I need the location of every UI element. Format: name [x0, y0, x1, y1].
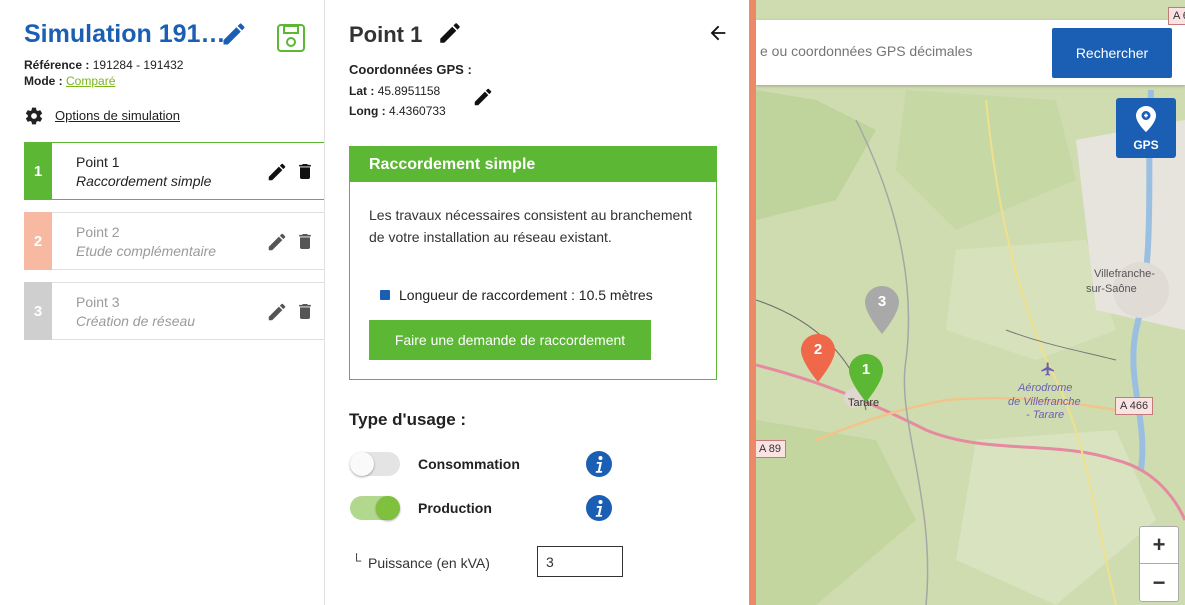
mode-label: Mode : — [24, 74, 63, 88]
mode-line: Mode : Comparé — [24, 74, 115, 88]
map-poi-label: - Tarare — [1026, 409, 1065, 421]
reference-line: Référence : 191284 - 191432 — [24, 58, 183, 72]
latitude-line: Lat : 45.8951158 — [349, 84, 440, 98]
search-button[interactable]: Rechercher — [1052, 28, 1172, 78]
trash-icon[interactable] — [295, 230, 315, 253]
raccordement-card: Raccordement simple Les travaux nécessai… — [349, 146, 717, 380]
map-marker-3[interactable]: 3 — [864, 285, 900, 335]
map-marker-1[interactable]: 1 — [848, 353, 884, 403]
simulation-header: Simulation 191… — [24, 20, 324, 54]
reference-value: 191284 - 191432 — [92, 58, 184, 72]
marker-label: 3 — [877, 293, 887, 310]
marker-label: 2 — [813, 341, 823, 358]
point-title: Point 1 — [349, 22, 423, 47]
toggle-knob — [376, 496, 400, 520]
power-input[interactable] — [537, 546, 623, 577]
reference-label: Référence : — [24, 58, 90, 72]
trash-icon[interactable] — [295, 300, 315, 323]
edit-point-icon[interactable] — [266, 231, 288, 253]
point-type: Création de réseau — [76, 313, 196, 329]
map-place-label: sur-Saône — [1086, 283, 1137, 295]
map-view[interactable]: Rechercher GPS Villefranche- sur-Saône T… — [756, 0, 1185, 605]
point-card-1[interactable]: 1 Point 1 Raccordement simple — [24, 142, 324, 200]
info-icon[interactable] — [585, 450, 613, 478]
point-name: Point 2 — [76, 224, 120, 240]
zoom-out-button[interactable]: − — [1139, 564, 1179, 602]
road-badge: A 466 — [1115, 397, 1154, 415]
latitude-value: 45.8951158 — [377, 84, 441, 98]
point-card-3[interactable]: 3 Point 3 Création de réseau — [24, 282, 324, 340]
edit-point-icon[interactable] — [266, 301, 288, 323]
power-label: Puissance (en kVA) — [368, 555, 490, 571]
edit-gps-icon[interactable] — [472, 86, 494, 108]
point-name: Point 1 — [76, 154, 120, 170]
usage-heading: Type d'usage : — [349, 410, 467, 429]
raccordement-length-text: Longueur de raccordement : 10.5 mètres — [399, 287, 653, 303]
latitude-label: Lat : — [349, 84, 375, 98]
simulation-options-label: Options de simulation — [55, 108, 181, 123]
point-number-badge: 1 — [24, 142, 52, 200]
road-badge: A 89 — [756, 440, 787, 458]
consumption-toggle[interactable] — [350, 452, 400, 476]
airplane-icon — [1041, 362, 1054, 376]
info-icon[interactable] — [585, 494, 613, 522]
map-marker-2[interactable]: 2 — [800, 333, 836, 383]
gps-locate-button[interactable]: GPS — [1116, 98, 1176, 158]
map-place-label: Villefranche- — [1094, 268, 1155, 280]
point-number-badge: 2 — [24, 212, 52, 270]
gps-button-label: GPS — [1133, 138, 1159, 152]
simulation-title: Simulation 191… — [24, 20, 226, 48]
map-poi-label: Aérodrome — [1018, 382, 1073, 394]
marker-label: 1 — [861, 361, 871, 378]
point-card-2[interactable]: 2 Point 2 Etude complémentaire — [24, 212, 324, 270]
point-number-badge: 3 — [24, 282, 52, 340]
raccordement-length: Longueur de raccordement : 10.5 mètres — [380, 287, 653, 303]
raccordement-description: Les travaux nécessaires consistent au br… — [369, 207, 692, 245]
tree-corner-icon: └ — [352, 553, 362, 568]
mode-link[interactable]: Comparé — [66, 74, 115, 88]
point-name: Point 3 — [76, 294, 120, 310]
map-tiles — [756, 0, 1185, 605]
point-detail-panel: Point 1 Coordonnées GPS : Lat : 45.89511… — [325, 0, 749, 605]
panel-divider[interactable] — [749, 0, 756, 605]
road-badge: A 6 — [1168, 7, 1185, 25]
zoom-in-button[interactable]: + — [1139, 526, 1179, 564]
app: Simulation 191… Référence : 191284 - 191… — [0, 0, 1185, 605]
request-connection-button[interactable]: Faire une demande de raccordement — [369, 320, 651, 360]
map-search-input[interactable] — [760, 36, 1040, 66]
bullet-square-icon — [380, 290, 390, 300]
edit-simulation-title-icon[interactable] — [220, 20, 248, 48]
point-type: Raccordement simple — [76, 173, 212, 189]
toggle-knob — [350, 452, 374, 476]
save-icon[interactable] — [275, 22, 307, 54]
simulation-panel: Simulation 191… Référence : 191284 - 191… — [10, 0, 325, 605]
production-toggle[interactable] — [350, 496, 400, 520]
edit-point-title-icon[interactable] — [437, 20, 463, 46]
longitude-value: 4.4360733 — [389, 104, 446, 118]
longitude-line: Long : 4.4360733 — [349, 104, 446, 118]
production-label: Production — [418, 500, 492, 516]
consumption-label: Consommation — [418, 456, 520, 472]
raccordement-title: Raccordement simple — [350, 147, 716, 182]
trash-icon[interactable] — [295, 160, 315, 183]
map-search-bar: Rechercher — [756, 20, 1185, 85]
point-type: Etude complémentaire — [76, 243, 217, 259]
gps-heading: Coordonnées GPS : — [349, 62, 472, 77]
edit-point-icon[interactable] — [266, 161, 288, 183]
map-poi-label: de Villefranche — [1008, 396, 1081, 408]
back-arrow-icon[interactable] — [707, 22, 729, 44]
location-pin-icon — [1136, 106, 1156, 132]
longitude-label: Long : — [349, 104, 386, 118]
gear-icon — [25, 107, 43, 125]
